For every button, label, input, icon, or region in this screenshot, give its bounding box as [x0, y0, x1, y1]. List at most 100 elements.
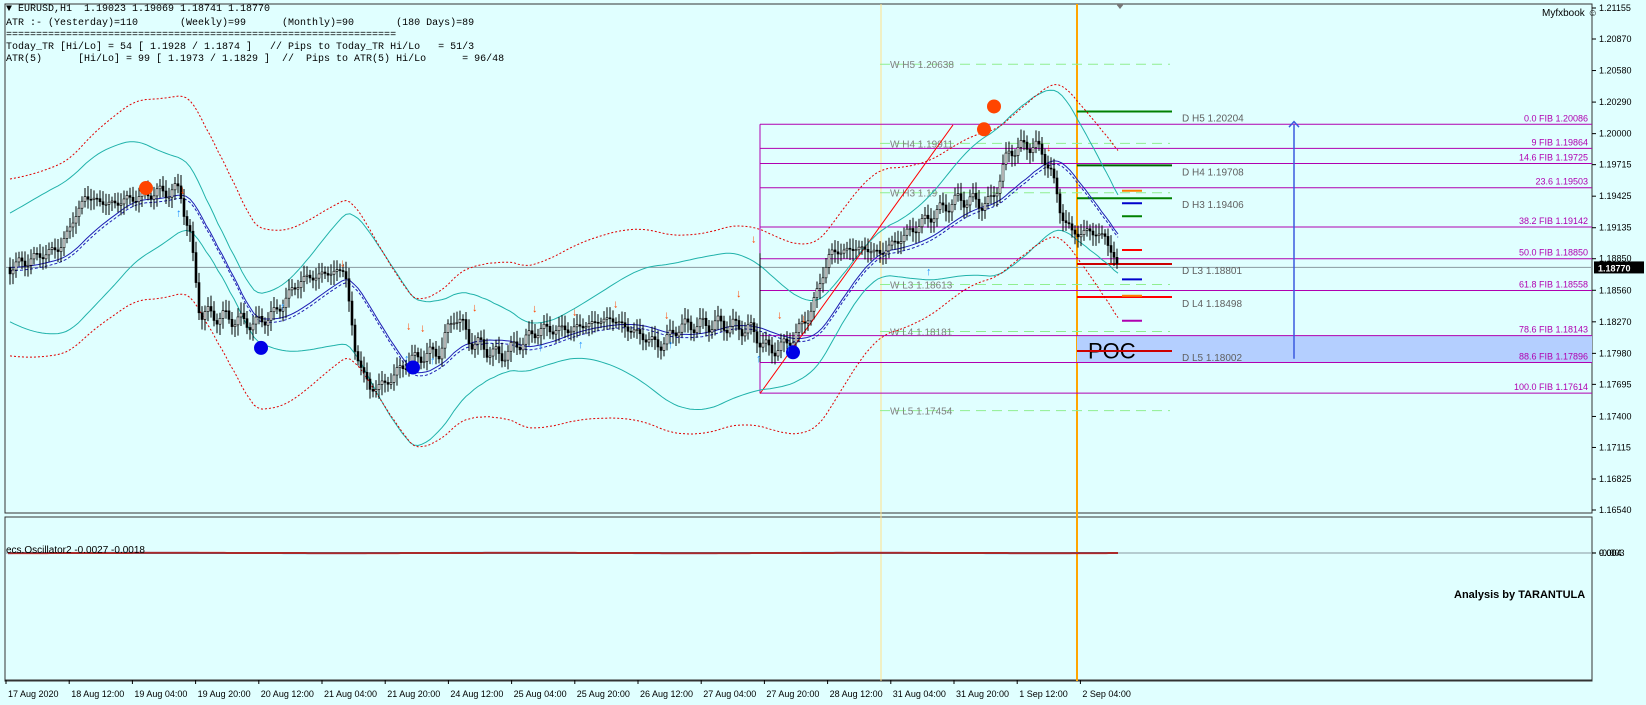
candle-body [515, 341, 519, 348]
candle-body [674, 332, 678, 337]
candle-body [344, 271, 348, 279]
candle-body [587, 323, 591, 328]
candle-body [596, 322, 600, 324]
candle-body [428, 346, 432, 354]
candle-body [815, 288, 819, 298]
price-axis-label: 1.20580 [1599, 66, 1632, 76]
candle-body [677, 331, 681, 337]
candle-body [443, 332, 447, 349]
candle-body [629, 330, 633, 333]
candle-body [125, 195, 129, 200]
candle-body [362, 367, 366, 373]
trading-chart[interactable]: POC 0.0 FIB 1.200869 FIB 1.1986414.6 FIB… [0, 0, 1646, 705]
candle-body [1082, 230, 1086, 236]
fractal-up-arrow-icon: ↑ [430, 355, 436, 367]
candle-body [230, 319, 234, 327]
candle-body [1049, 167, 1053, 170]
candle-body [215, 320, 219, 325]
candle-body [98, 198, 102, 202]
candle-body [416, 352, 420, 358]
time-axis-label: 1 Sep 12:00 [1019, 689, 1068, 699]
candle-body [38, 253, 42, 258]
candle-body [533, 333, 537, 339]
candle-body [56, 249, 60, 252]
candle-body [269, 311, 273, 321]
candle-body [167, 196, 171, 199]
candle-body [623, 322, 627, 328]
candle-body [338, 269, 342, 271]
candle-body [14, 261, 18, 271]
candle-body [1076, 233, 1080, 238]
candle-body [1064, 220, 1068, 223]
candle-body [1007, 150, 1011, 154]
candle-body [260, 316, 264, 323]
fib-label: 78.6 FIB 1.18143 [1519, 325, 1588, 335]
fractal-up-arrow-icon: ↑ [280, 301, 286, 313]
today-tr-summary: Today_TR [Hi/Lo] = 54 [ 1.1928 / 1.1874 … [6, 42, 475, 53]
fractal-down-arrow-icon: ↓ [736, 288, 742, 300]
candle-body [506, 350, 510, 361]
candle-body [1037, 140, 1041, 145]
candle-body [902, 234, 906, 243]
candle-body [539, 328, 543, 336]
candle-body [65, 230, 69, 239]
candle-body [923, 214, 927, 219]
candle-body [86, 196, 90, 200]
osc-axis-label: -0.003 [1599, 548, 1625, 558]
candle-body [959, 193, 963, 201]
price-axis-label: 1.18560 [1599, 285, 1632, 295]
candle-body [446, 323, 450, 333]
fractal-up-arrow-icon: ↑ [756, 353, 762, 365]
candle-body [893, 240, 897, 243]
candle-body [71, 222, 75, 228]
candle-body [1016, 146, 1020, 156]
candle-body [989, 195, 993, 197]
candle-body [710, 329, 714, 333]
fib-label: 38.2 FIB 1.19142 [1519, 216, 1588, 226]
candle-body [845, 247, 849, 251]
price-axis-label: 1.21155 [1599, 3, 1631, 13]
candle-body [1019, 140, 1023, 148]
candle-body [668, 329, 672, 335]
candle-body [974, 192, 978, 200]
atr5-summary: ATR(5) [Hi/Lo] = 99 [ 1.1973 / 1.1829 ] … [6, 54, 505, 65]
candle-body [311, 277, 315, 281]
candle-body [953, 194, 957, 205]
candle-body [293, 287, 297, 290]
candle-body [980, 208, 984, 211]
candle-body [29, 258, 33, 266]
candle-body [944, 204, 948, 212]
candle-body [296, 287, 300, 290]
candle-body [854, 249, 858, 252]
candle-body [236, 316, 240, 326]
candle-body [737, 320, 741, 330]
candle-body [605, 317, 609, 320]
candle-body [23, 260, 27, 267]
candle-body [359, 360, 363, 368]
candle-body [329, 273, 333, 276]
candle-body [122, 198, 126, 205]
fractal-up-arrow-icon: ↑ [578, 339, 584, 351]
candle-body [128, 195, 132, 198]
candle-body [341, 270, 345, 272]
candle-body [602, 318, 606, 323]
candle-body [182, 198, 186, 217]
candle-body [458, 318, 462, 323]
candle-body [1109, 245, 1113, 253]
candle-body [380, 380, 384, 385]
candle-body [656, 339, 660, 348]
fractal-down-arrow-icon: ↓ [180, 184, 186, 196]
candle-body [728, 326, 732, 334]
collapse-arrow-icon[interactable]: ▼ [6, 4, 18, 15]
candle-body [392, 374, 396, 383]
candle-body [413, 352, 417, 356]
candle-body [950, 203, 954, 213]
candle-body [926, 214, 930, 219]
daily-level-label: D L4 1.18498 [1182, 299, 1242, 310]
candle-body [26, 264, 30, 267]
separator-line: ========================================… [6, 30, 397, 41]
candle-body [842, 249, 846, 254]
candle-body [104, 203, 108, 206]
daily-level-label: D H5 1.20204 [1182, 113, 1244, 124]
candle-body [590, 321, 594, 324]
